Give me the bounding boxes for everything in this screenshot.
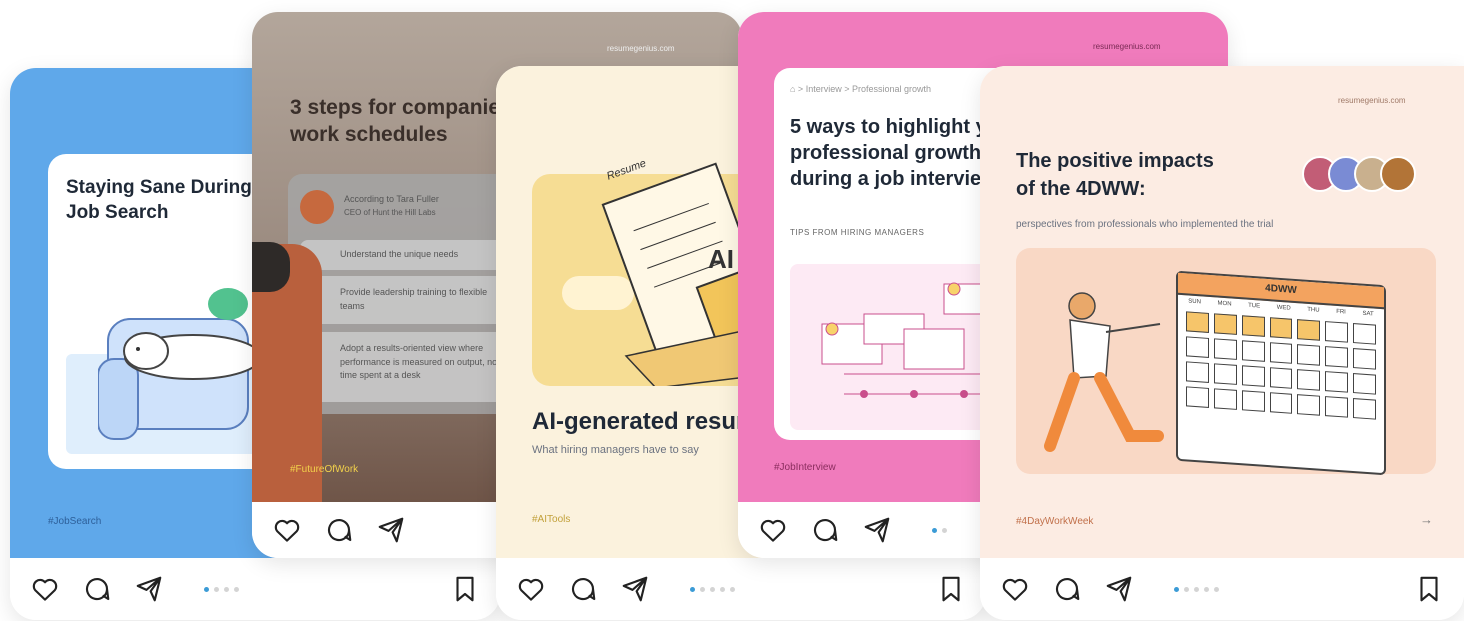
comment-icon[interactable] <box>1052 574 1082 604</box>
heart-icon[interactable] <box>1000 574 1030 604</box>
day-label: THU <box>1307 306 1320 314</box>
brand-url: resumegenius.com <box>607 44 675 53</box>
share-icon[interactable] <box>862 515 892 545</box>
day-label: SAT <box>1362 310 1374 318</box>
step-text: Understand the unique needs <box>340 249 459 259</box>
quote-role: CEO of Hunt the Hill Labs <box>344 208 436 217</box>
sofa-dog-drawing <box>98 288 262 440</box>
post-hashtag[interactable]: #FutureOfWork <box>290 464 358 475</box>
quote-author: According to Tara Fuller <box>344 194 439 204</box>
post-subtitle: perspectives from professionals who impl… <box>1016 219 1274 230</box>
calendar: 4DWW SUN MON TUE WED THU FRI SAT <box>1176 270 1386 476</box>
author-avatars <box>1302 154 1442 194</box>
heart-icon[interactable] <box>30 574 60 604</box>
post-subtitle: What hiring managers have to say <box>532 444 699 456</box>
carousel-dots <box>1174 586 1219 592</box>
comment-icon[interactable] <box>810 515 840 545</box>
carousel-dots <box>932 527 947 533</box>
bookmark-icon[interactable] <box>936 574 966 604</box>
day-label: TUE <box>1248 302 1261 310</box>
calendar-grid <box>1178 307 1384 424</box>
share-icon[interactable] <box>376 515 406 545</box>
post-title-line-1: The positive impacts <box>1016 150 1214 172</box>
post-hashtag[interactable]: #AITools <box>532 514 570 525</box>
post-hashtag[interactable]: #JobInterview <box>774 462 836 473</box>
step-text: Provide leadership training to flexible … <box>340 287 488 311</box>
post-title-line-2: of the 4DWW: <box>1016 178 1146 200</box>
step-text: Adopt a results-oriented view where perf… <box>340 343 500 380</box>
action-bar <box>980 558 1464 620</box>
brand-url: resumegenius.com <box>1338 96 1406 105</box>
post-subtitle: TIPS FROM HIRING MANAGERS <box>790 228 925 237</box>
comment-icon[interactable] <box>324 515 354 545</box>
bookmark-icon[interactable] <box>1414 574 1444 604</box>
share-icon[interactable] <box>620 574 650 604</box>
avatar <box>1380 156 1416 192</box>
post-hashtag[interactable]: #4DayWorkWeek <box>1016 516 1093 527</box>
next-arrow[interactable]: → <box>1420 512 1433 527</box>
day-label: FRI <box>1336 308 1346 316</box>
heart-icon[interactable] <box>758 515 788 545</box>
action-bar <box>496 558 986 620</box>
day-label: WED <box>1276 304 1291 312</box>
person-headphones <box>252 242 290 292</box>
day-label: SUN <box>1188 298 1201 306</box>
comment-icon[interactable] <box>82 574 112 604</box>
comment-icon[interactable] <box>568 574 598 604</box>
heart-icon[interactable] <box>272 515 302 545</box>
post-image: resumegenius.com The positive impacts of… <box>980 66 1464 558</box>
carousel-dots <box>204 586 239 592</box>
bookmark-icon[interactable] <box>450 574 480 604</box>
post-hashtag[interactable]: #JobSearch <box>48 516 101 527</box>
day-label: MON <box>1217 300 1232 308</box>
person-pushing-illustration <box>1044 292 1164 452</box>
share-icon[interactable] <box>1104 574 1134 604</box>
breadcrumb: ⌂ > Interview > Professional growth <box>790 84 932 94</box>
share-icon[interactable] <box>134 574 164 604</box>
ai-label: AI <box>708 244 734 274</box>
brand-url: resumegenius.com <box>1093 42 1161 51</box>
author-avatar <box>300 190 334 224</box>
post-card-5[interactable]: resumegenius.com The positive impacts of… <box>980 66 1464 620</box>
action-bar <box>10 558 500 620</box>
heart-icon[interactable] <box>516 574 546 604</box>
carousel-dots <box>690 586 735 592</box>
